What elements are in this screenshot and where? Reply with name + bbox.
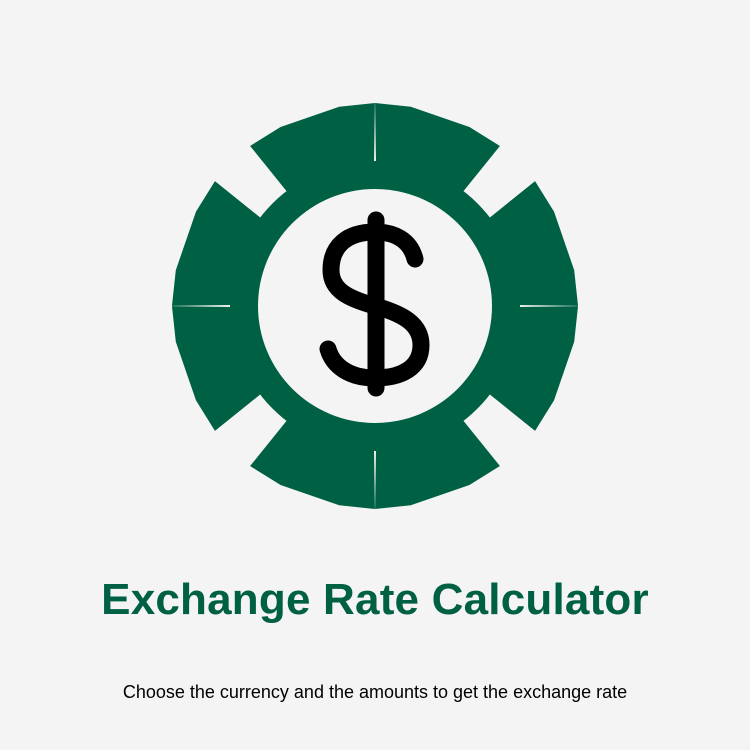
page-subtitle: Choose the currency and the amounts to g… [122, 682, 628, 702]
gear-with-dollar-icon [171, 102, 579, 510]
page-title: Exchange Rate Calculator [101, 575, 649, 624]
welcome-screen: Exchange Rate Calculator Choose the curr… [0, 0, 750, 750]
app-logo [165, 96, 585, 516]
